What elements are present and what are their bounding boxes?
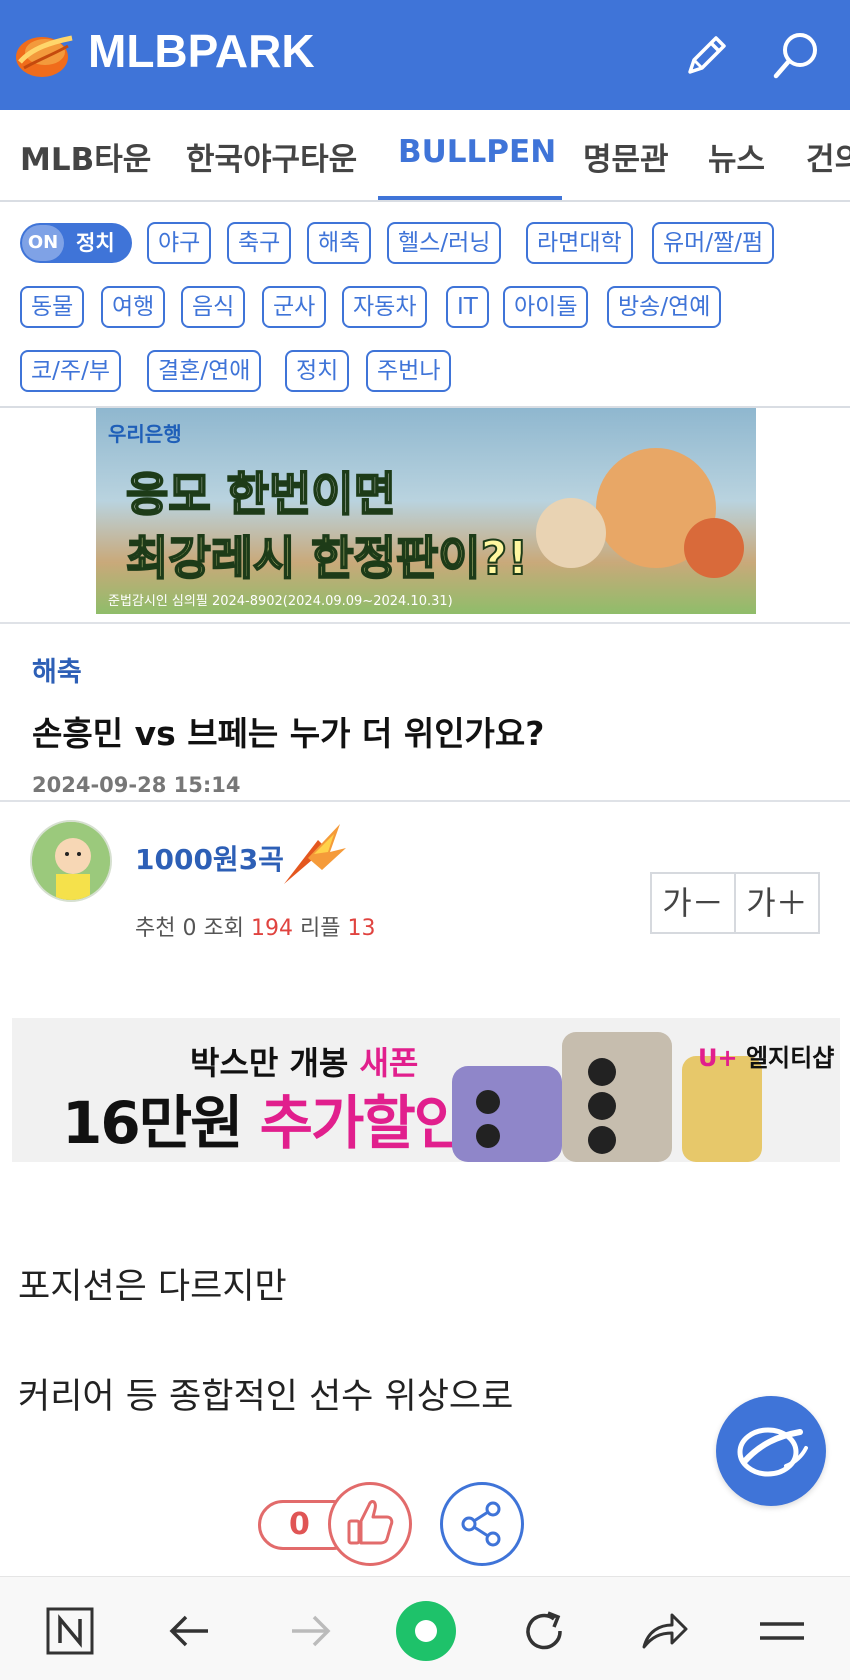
chip-soccer[interactable]: 축구 — [227, 222, 292, 264]
board-nav: MLB타운 한국야구타운 BULLPEN 명문관 뉴스 건의 — [0, 110, 850, 202]
avatar-illustration-icon — [32, 822, 110, 900]
share-button[interactable] — [440, 1482, 524, 1566]
chip-food[interactable]: 음식 — [181, 286, 246, 328]
category-filter: ON 정치 야구 축구 해축 헬스/러닝 라면대학 유머/짤/펌 동물 여행 음… — [0, 204, 850, 408]
menu-icon[interactable] — [756, 1605, 808, 1657]
font-size-controls: 가－ 가＋ — [650, 872, 820, 934]
chip-humor[interactable]: 유머/짤/펌 — [652, 222, 775, 264]
recommend-count: 0 — [182, 916, 197, 941]
floating-home-button[interactable] — [716, 1396, 826, 1506]
views-count: 194 — [250, 916, 293, 941]
chip-baseball[interactable]: 야구 — [147, 222, 212, 264]
site-logo-text[interactable]: MLBPARK — [88, 24, 315, 78]
article-date: 2024-09-28 15:14 — [32, 773, 241, 797]
chip-health-running[interactable]: 헬스/러닝 — [387, 222, 502, 264]
ad-fine-print: 준법감시인 심의필 2024-8902(2024.09.09~2024.10.3… — [108, 594, 453, 609]
chip-animals[interactable]: 동물 — [20, 286, 85, 328]
politics-toggle[interactable]: ON 정치 — [20, 223, 132, 263]
mlbpark-logo-icon[interactable] — [12, 30, 74, 80]
chip-idol[interactable]: 아이돌 — [503, 286, 589, 328]
share-arrow-icon[interactable] — [638, 1605, 690, 1657]
tab-myeongmungwan[interactable]: 명문관 — [583, 134, 669, 179]
share-nodes-icon — [461, 1501, 501, 1547]
tab-korea-baseball-town[interactable]: 한국야구타운 — [186, 134, 357, 179]
chip-politics[interactable]: 정치 — [285, 350, 350, 392]
tab-news[interactable]: 뉴스 — [708, 134, 765, 179]
like-button[interactable] — [328, 1482, 412, 1566]
search-icon[interactable] — [770, 30, 822, 82]
chip-weekly-question[interactable]: 주번나 — [366, 350, 452, 392]
divider — [0, 622, 850, 624]
forward-arrow-icon[interactable] — [284, 1605, 336, 1657]
article-body-line: 포지션은 다르지만 — [18, 1267, 287, 1307]
bear-mascot-small — [536, 498, 606, 568]
chip-overseas-soccer[interactable]: 해축 — [307, 222, 372, 264]
tab-bullpen[interactable]: BULLPEN — [398, 134, 556, 170]
ad-headline-1: 응모 한번이면 — [125, 466, 397, 522]
active-tab-indicator — [378, 196, 562, 200]
avatar[interactable] — [30, 820, 112, 902]
author-name[interactable]: 1000원3곡 — [135, 838, 284, 878]
article-stats: 추천 0 조회 194 리플 13 — [135, 910, 375, 942]
thumbs-up-icon — [347, 1500, 394, 1545]
ad-mid-brand: U+ 엘지티샵 — [698, 1038, 834, 1073]
refresh-icon[interactable] — [518, 1605, 570, 1657]
back-arrow-icon[interactable] — [164, 1605, 216, 1657]
banner-ad-woori[interactable]: 우리은행 응모 한번이면 최강레시 한정판이?! 준법감시인 심의필 2024-… — [96, 408, 756, 614]
replies-count: 13 — [347, 916, 376, 941]
ad-mid-headline-a: 16만원 — [62, 1089, 260, 1157]
chip-ramen-university[interactable]: 라면대학 — [526, 222, 633, 264]
level-badge-icon — [284, 824, 346, 884]
divider — [0, 800, 850, 802]
like-group: 0 — [258, 1482, 412, 1566]
article-title: 손흥민 vs 브페는 누가 더 위인가요? — [32, 714, 545, 753]
font-smaller-button[interactable]: 가－ — [652, 874, 734, 932]
ad-mid-headline-b: 추가할인 — [259, 1089, 467, 1157]
ad-mid-brand-plus: + — [717, 1044, 738, 1072]
views-label: 조회 — [203, 916, 244, 941]
ad-brand: 우리은행 — [108, 422, 182, 446]
ad-headline-2: 최강레시 한정판이?! — [125, 530, 529, 586]
article-category[interactable]: 해축 — [32, 650, 832, 689]
browser-bottom-bar — [0, 1576, 850, 1680]
font-larger-button[interactable]: 가＋ — [734, 874, 818, 932]
bear-mascot-red — [684, 518, 744, 578]
replies-label: 리플 — [299, 916, 341, 941]
ad-mid-brand-u: U — [698, 1044, 718, 1072]
tab-suggestions[interactable]: 건의 — [806, 134, 850, 179]
chip-broadcast[interactable]: 방송/연예 — [607, 286, 722, 328]
article-body-line: 커리어 등 종합적인 선수 위상으로 — [18, 1377, 514, 1417]
home-circle-icon[interactable] — [394, 1599, 458, 1663]
chip-travel[interactable]: 여행 — [101, 286, 166, 328]
chip-cars[interactable]: 자동차 — [342, 286, 428, 328]
chip-military[interactable]: 군사 — [262, 286, 327, 328]
ad-mid-headline: 16만원 추가할인 — [62, 1076, 467, 1160]
toggle-state: ON — [22, 225, 64, 261]
pencil-icon[interactable] — [680, 30, 732, 82]
mlbpark-fab-icon — [737, 1427, 808, 1477]
chip-it[interactable]: IT — [446, 286, 489, 328]
article-header: 해축 손흥민 vs 브페는 누가 더 위인가요? 2024-09-28 15:1… — [32, 650, 832, 797]
chip-stocks[interactable]: 코/주/부 — [20, 350, 121, 392]
tab-mlb-town[interactable]: MLB타운 — [20, 134, 151, 179]
chip-marriage-dating[interactable]: 결혼/연애 — [147, 350, 262, 392]
recommend-label: 추천 — [135, 916, 176, 941]
app-header: MLBPARK — [0, 0, 850, 110]
naver-n-icon[interactable] — [44, 1605, 96, 1657]
banner-ad-lg[interactable]: 박스만 개봉 새폰 16만원 추가할인 U+ 엘지티샵 — [12, 1018, 840, 1162]
ad-mid-brand-rest: 엘지티샵 — [737, 1044, 835, 1072]
toggle-label: 정치 — [76, 231, 115, 255]
